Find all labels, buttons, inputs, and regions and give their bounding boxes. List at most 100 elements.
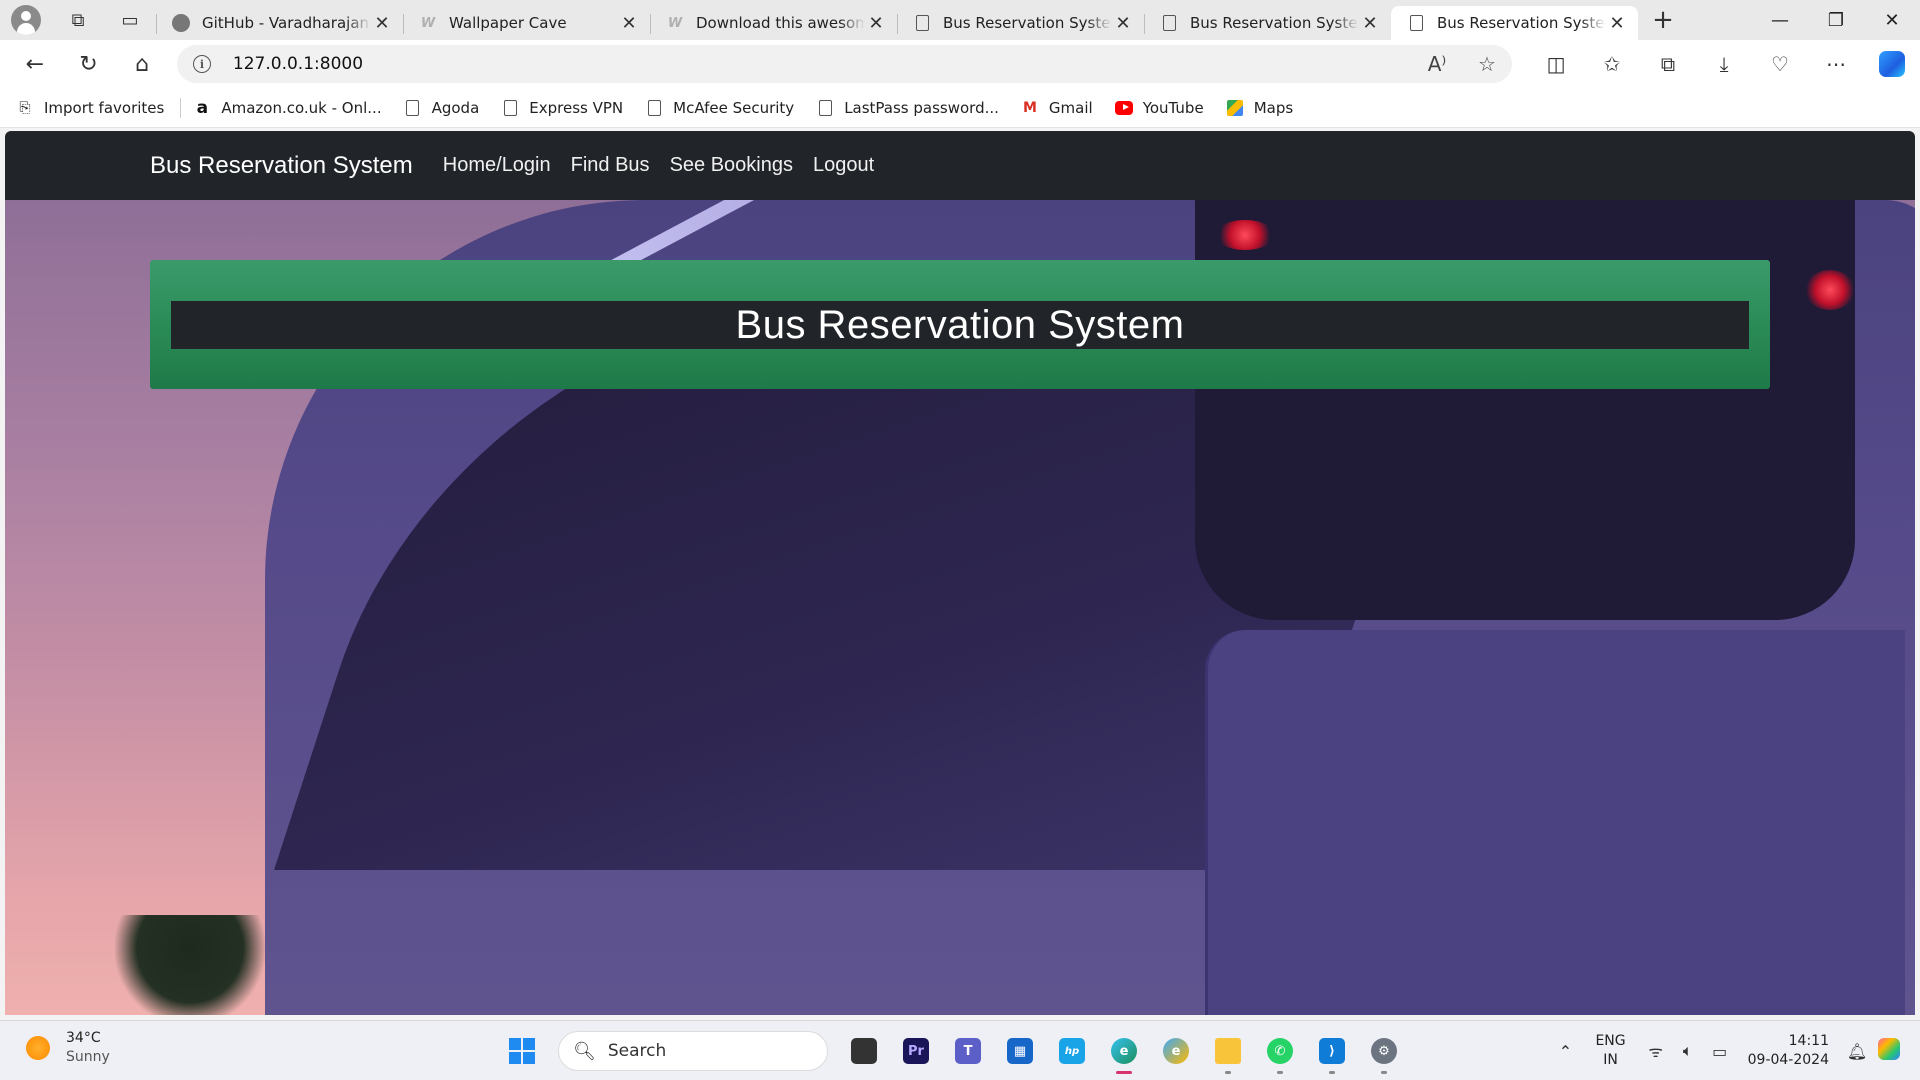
browser-tab-active[interactable]: Bus Reservation System in ✕: [1391, 6, 1638, 40]
page-icon: [404, 99, 422, 117]
url-text[interactable]: 127.0.0.1:8000: [233, 54, 1412, 74]
tree-silhouette: [115, 915, 265, 1015]
home-icon[interactable]: ⌂: [115, 40, 169, 88]
new-tab-button[interactable]: +: [1638, 0, 1688, 40]
nav-link-logout[interactable]: Logout: [813, 154, 874, 177]
start-button[interactable]: [496, 1027, 548, 1075]
more-options-icon[interactable]: ⋯: [1808, 40, 1864, 88]
collections-icon[interactable]: ⧉: [1640, 40, 1696, 88]
store-icon: ▦: [1007, 1038, 1033, 1064]
vertical-tabs-button[interactable]: ▭: [104, 0, 156, 40]
close-tab-icon[interactable]: ✕: [865, 13, 887, 34]
favorite-label: Gmail: [1048, 98, 1093, 117]
browser-essentials-icon[interactable]: ♡: [1752, 40, 1808, 88]
minimize-icon[interactable]: —: [1752, 0, 1808, 40]
chevron-up-icon[interactable]: ⌃: [1550, 1042, 1580, 1061]
myhp-icon: hp: [1059, 1038, 1085, 1064]
weather-widget[interactable]: 34°C Sunny: [26, 1029, 110, 1067]
favorite-label: McAfee Security: [673, 98, 795, 117]
favorite-gmail[interactable]: M Gmail: [1021, 99, 1093, 117]
browser-tab[interactable]: Bus Reservation System in ✕: [897, 6, 1144, 40]
windows-taskbar: 34°C Sunny 🔍︎ Search Pr T ▦ hp e e ✆ ⟩ ⚙…: [0, 1020, 1920, 1080]
premiere-pro-app[interactable]: Pr: [890, 1027, 942, 1075]
browser-tab[interactable]: Bus Reservation System in ✕: [1144, 6, 1391, 40]
copilot-taskbar-icon[interactable]: [1874, 1038, 1904, 1064]
address-bar[interactable]: i 127.0.0.1:8000 A⁾ ☆: [176, 45, 1513, 83]
gmail-icon: M: [1022, 99, 1037, 116]
favorites-icon[interactable]: ✩: [1584, 40, 1640, 88]
notification-bell-icon[interactable]: 🔔︎: [1842, 1042, 1872, 1061]
favorite-mcafee[interactable]: McAfee Security: [645, 99, 794, 117]
favorite-import[interactable]: ⎘ Import favorites: [16, 99, 164, 117]
clock-date: 09-04-2024: [1747, 1052, 1829, 1068]
tab-title: Wallpaper Cave: [449, 14, 567, 32]
browser-tab[interactable]: W Wallpaper Cave ✕: [403, 6, 650, 40]
windows-logo-icon: [509, 1038, 535, 1064]
browser-tab[interactable]: W Download this awesome ✕: [650, 6, 897, 40]
system-tray: ⌃ ENG IN ᯤ 🔈︎ ▭ 14:11 09-04-2024 🔔︎: [1549, 1021, 1920, 1080]
vscode-app[interactable]: ⟩: [1306, 1027, 1358, 1075]
github-icon: [172, 14, 190, 32]
site-info-icon[interactable]: i: [192, 55, 211, 73]
microsoft-store-app[interactable]: ▦: [994, 1027, 1046, 1075]
back-icon[interactable]: ←: [8, 40, 62, 88]
favorite-amazon[interactable]: a Amazon.co.uk - Onl...: [193, 97, 382, 118]
vscode-icon: ⟩: [1319, 1038, 1345, 1064]
profile-button[interactable]: [0, 0, 52, 40]
refresh-icon[interactable]: ↻: [62, 40, 116, 88]
task-view-button[interactable]: [838, 1027, 890, 1075]
favorite-expressvpn[interactable]: Express VPN: [501, 99, 623, 117]
close-window-icon[interactable]: ✕: [1864, 0, 1920, 40]
browser-tab-strip: ⧉ ▭ GitHub - VaradharajanPro ✕ W Wallpap…: [0, 0, 1920, 40]
copilot-button[interactable]: [1864, 40, 1920, 88]
file-explorer-app[interactable]: [1202, 1027, 1254, 1075]
settings-app[interactable]: ⚙: [1358, 1027, 1410, 1075]
language-code: ENG: [1595, 1033, 1626, 1049]
favorite-label: LastPass password...: [844, 98, 999, 117]
window-controls: — ❐ ✕: [1752, 0, 1920, 40]
sun-icon: [26, 1036, 50, 1060]
downloads-icon[interactable]: ⤓: [1696, 40, 1752, 88]
read-aloud-icon[interactable]: A⁾: [1412, 52, 1462, 76]
youtube-icon: [1114, 99, 1133, 117]
page-viewport: Bus Reservation System Home/Login Find B…: [5, 131, 1915, 1015]
restore-icon[interactable]: ❐: [1808, 0, 1864, 40]
clock[interactable]: 14:11 09-04-2024: [1748, 1032, 1829, 1070]
close-tab-icon[interactable]: ✕: [371, 13, 393, 34]
title-banner-inner: Bus Reservation System: [171, 301, 1749, 349]
close-tab-icon[interactable]: ✕: [1606, 13, 1628, 34]
workspaces-button[interactable]: ⧉: [52, 0, 104, 40]
close-tab-icon[interactable]: ✕: [1359, 13, 1381, 34]
amazon-icon: a: [196, 97, 209, 118]
page-icon: [913, 14, 931, 32]
search-icon: 🔍︎: [573, 1040, 596, 1062]
close-tab-icon[interactable]: ✕: [1112, 13, 1134, 34]
favorite-label: Agoda: [431, 98, 480, 117]
navbar-brand[interactable]: Bus Reservation System: [150, 152, 413, 180]
volume-icon[interactable]: 🔈︎: [1673, 1041, 1703, 1061]
wifi-icon[interactable]: ᯤ: [1641, 1040, 1671, 1062]
favorite-star-icon[interactable]: ☆: [1462, 52, 1512, 76]
favorite-youtube[interactable]: YouTube: [1114, 99, 1204, 117]
battery-icon[interactable]: ▭: [1705, 1042, 1735, 1061]
favorite-maps[interactable]: Maps: [1226, 99, 1293, 117]
edge-beta-app[interactable]: e: [1150, 1027, 1202, 1075]
taskbar-search[interactable]: 🔍︎ Search: [558, 1031, 828, 1071]
favorite-lastpass[interactable]: LastPass password...: [816, 99, 999, 117]
nav-link-home-login[interactable]: Home/Login: [443, 154, 551, 177]
browser-tab[interactable]: GitHub - VaradharajanPro ✕: [156, 6, 403, 40]
nav-link-see-bookings[interactable]: See Bookings: [670, 154, 793, 177]
favorite-agoda[interactable]: Agoda: [404, 98, 480, 117]
whatsapp-app[interactable]: ✆: [1254, 1027, 1306, 1075]
close-tab-icon[interactable]: ✕: [618, 13, 640, 34]
toolbar-icons: ◫ ✩ ⧉ ⤓ ♡ ⋯: [1528, 40, 1920, 88]
workspaces-icon: ⧉: [71, 9, 85, 31]
teams-app[interactable]: T: [942, 1027, 994, 1075]
language-indicator[interactable]: ENG IN: [1595, 1032, 1625, 1070]
split-screen-icon[interactable]: ◫: [1528, 40, 1584, 88]
tab-title: Bus Reservation System in: [1190, 14, 1359, 32]
myhp-app[interactable]: hp: [1046, 1027, 1098, 1075]
tab-title: GitHub - VaradharajanPro: [202, 14, 371, 32]
nav-link-find-bus[interactable]: Find Bus: [571, 154, 650, 177]
edge-app[interactable]: e: [1098, 1027, 1150, 1075]
